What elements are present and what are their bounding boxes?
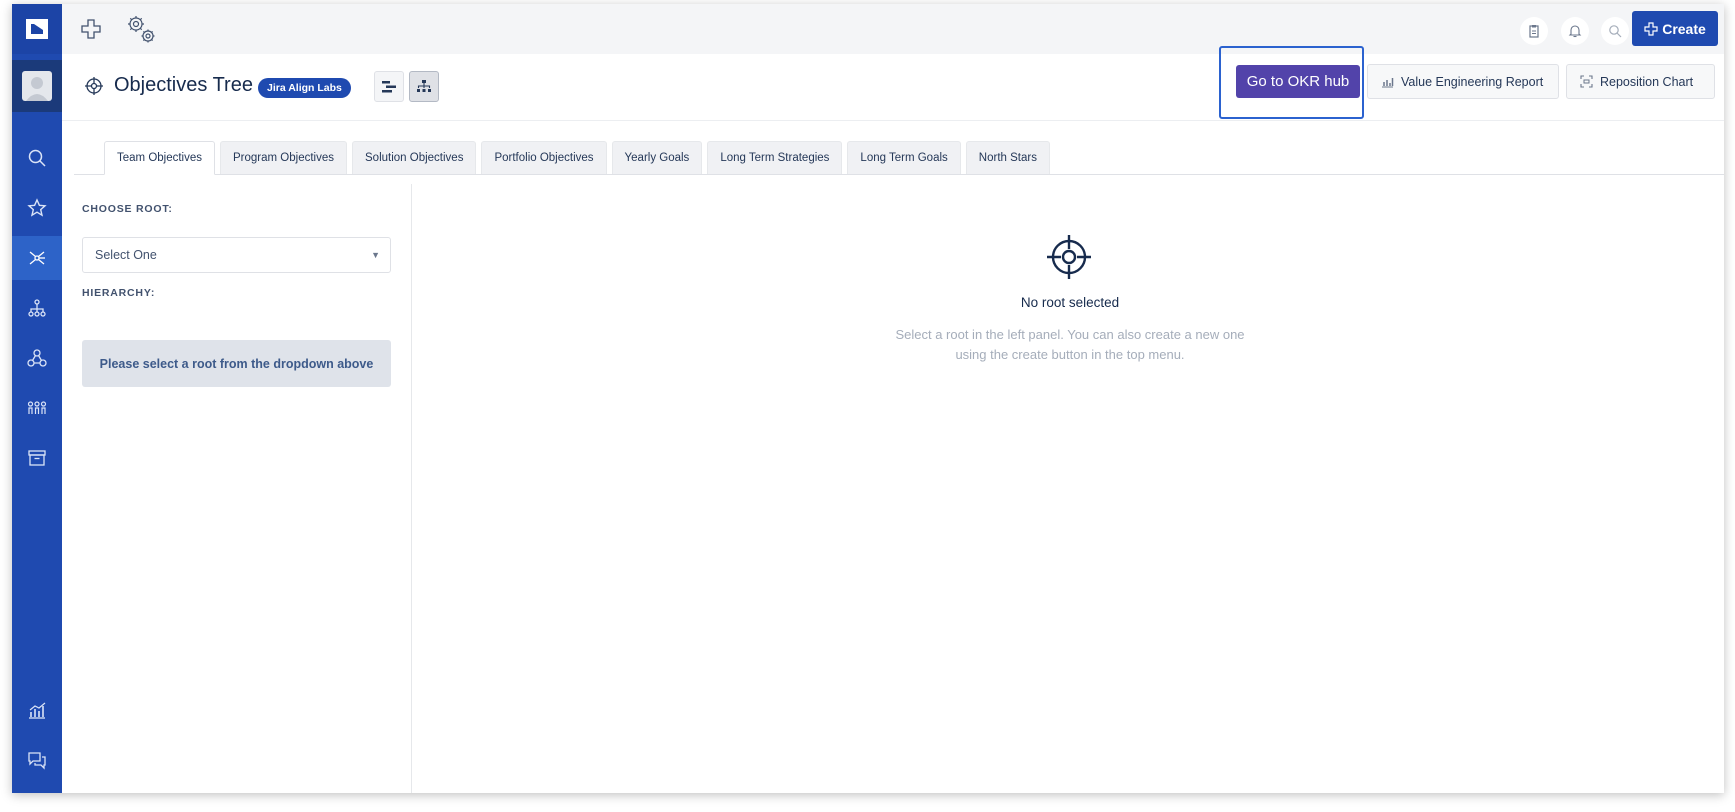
page-title: Objectives Tree [114, 74, 253, 96]
tab-solution-objectives[interactable]: Solution Objectives [352, 141, 477, 174]
search-icon[interactable] [1601, 17, 1629, 45]
go-to-okr-hub-button[interactable]: Go to OKR hub [1236, 65, 1360, 98]
empty-state-description-line2: using the create button in the top menu. [955, 347, 1185, 362]
nav-archive[interactable] [12, 436, 62, 480]
clipboard-icon[interactable] [1520, 17, 1548, 45]
create-button[interactable]: Create [1632, 11, 1718, 46]
nav-favorites[interactable] [12, 186, 62, 230]
chart-icon [29, 702, 46, 719]
nav-search[interactable] [12, 136, 62, 180]
tree-icon [417, 79, 431, 92]
empty-state-description-line1: Select a root in the left panel. You can… [895, 327, 1245, 342]
chat-icon [28, 752, 46, 770]
plus-icon [1644, 21, 1658, 36]
labs-badge: Jira Align Labs [258, 78, 351, 98]
nav-teams[interactable] [12, 336, 62, 380]
settings-gear-icon[interactable] [124, 13, 160, 47]
nav-hierarchy[interactable] [12, 286, 62, 330]
connections-icon [27, 349, 47, 367]
app-window: Create Objectives Tree Jira Align Labs G… [12, 4, 1724, 793]
reposition-chart-button[interactable]: Reposition Chart [1566, 64, 1715, 99]
timeline-view-button[interactable] [374, 71, 404, 102]
bar-chart-icon [1382, 77, 1394, 87]
choose-root-label: CHOOSE ROOT: [82, 203, 173, 215]
select-root-notice: Please select a root from the dropdown a… [82, 340, 391, 387]
tab-long-term-goals[interactable]: Long Term Goals [847, 141, 961, 174]
people-icon [27, 401, 47, 414]
value-engineering-report-button[interactable]: Value Engineering Report [1367, 64, 1559, 99]
nav-feedback[interactable] [12, 738, 62, 782]
tree-view-button[interactable] [409, 71, 439, 102]
crosshair-icon [85, 77, 103, 95]
nav-people[interactable] [12, 386, 62, 430]
archive-icon [28, 450, 46, 466]
add-icon[interactable] [78, 16, 104, 42]
nav-reports[interactable] [12, 688, 62, 732]
reposition-chart-label: Reposition Chart [1600, 74, 1694, 89]
crosshair-target-icon [1047, 235, 1091, 279]
create-button-label: Create [1662, 20, 1706, 37]
empty-state-title: No root selected [1020, 295, 1120, 310]
empty-state-description: Select a root in the left panel. You can… [870, 325, 1270, 365]
nav-objectives[interactable] [12, 236, 62, 280]
gantt-icon [382, 80, 396, 92]
dropdown-arrow-icon: ▼ [371, 250, 380, 260]
panel-divider [411, 184, 412, 793]
hierarchy-label: HIERARCHY: [82, 287, 156, 299]
choose-root-select[interactable]: Select One ▼ [82, 237, 391, 273]
left-navigation [12, 4, 62, 793]
search-icon [28, 149, 46, 167]
network-icon [29, 251, 45, 265]
tab-portfolio-objectives[interactable]: Portfolio Objectives [481, 141, 607, 174]
notifications-bell-icon[interactable] [1561, 17, 1589, 45]
top-bar: Create [62, 4, 1724, 55]
tab-north-stars[interactable]: North Stars [965, 141, 1050, 174]
avatar-icon [22, 71, 52, 101]
user-avatar-button[interactable] [12, 60, 62, 112]
tab-team-objectives[interactable]: Team Objectives [104, 141, 216, 175]
tab-program-objectives[interactable]: Program Objectives [220, 141, 347, 174]
choose-root-select-value: Select One [95, 248, 157, 262]
value-engineering-report-label: Value Engineering Report [1401, 74, 1544, 89]
reposition-icon [1580, 75, 1593, 88]
objective-tabs: Team Objectives Program Objectives Solut… [104, 141, 1050, 175]
tab-yearly-goals[interactable]: Yearly Goals [611, 141, 703, 174]
hierarchy-icon [28, 299, 46, 317]
star-icon [27, 198, 47, 217]
jira-align-logo-icon[interactable] [12, 4, 62, 54]
tab-long-term-strategies[interactable]: Long Term Strategies [707, 141, 843, 174]
